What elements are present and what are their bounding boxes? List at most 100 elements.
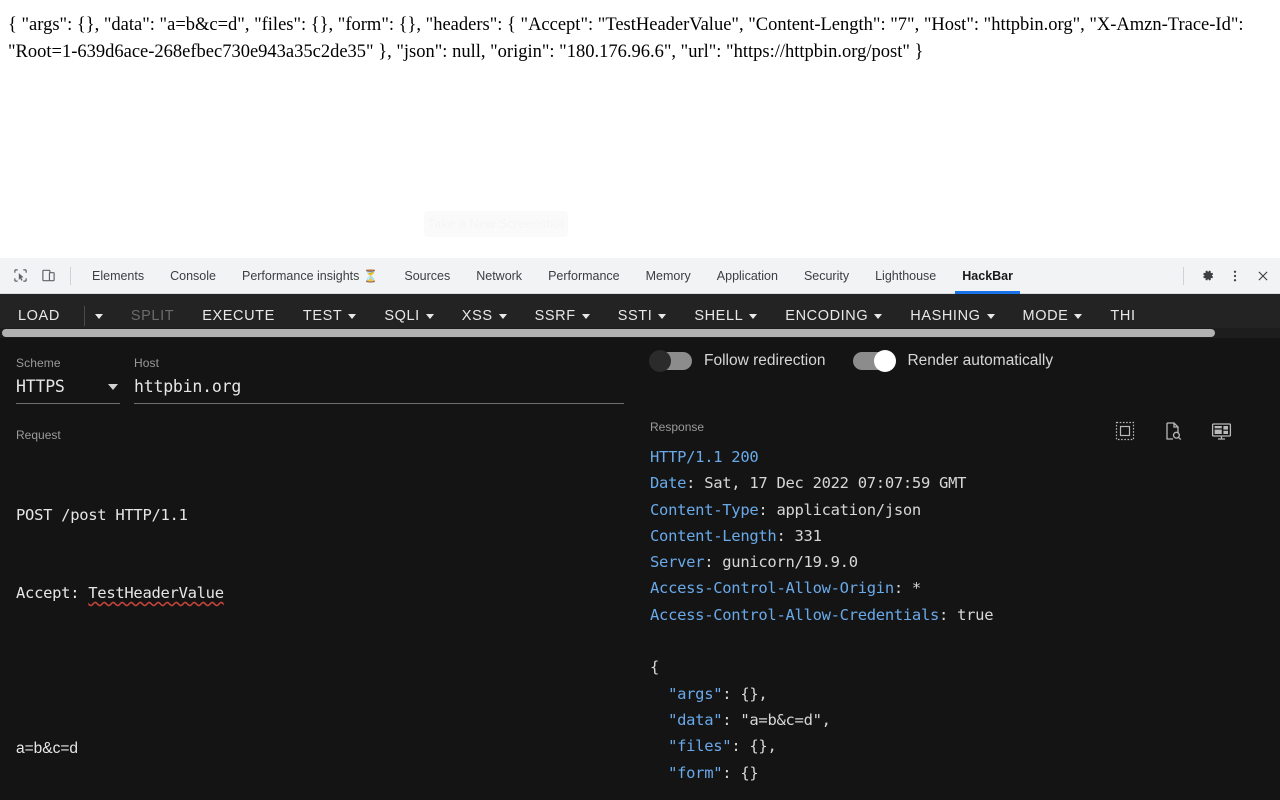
indent: [650, 711, 668, 729]
chevron-down-icon: [582, 314, 590, 319]
close-icon[interactable]: [1250, 263, 1276, 289]
inspect-element-icon[interactable]: [6, 263, 34, 289]
chevron-down-icon: [987, 314, 995, 319]
tab-label: Memory: [646, 269, 691, 283]
render-preview-icon[interactable]: [1210, 420, 1232, 442]
response-body-line: "files": {},: [650, 733, 1264, 759]
menu-label: SQLI: [384, 308, 419, 324]
hackbar-menu-shell[interactable]: SHELL: [694, 302, 771, 330]
host-value: httpbin.org: [134, 377, 241, 396]
json-key: "args": [668, 685, 722, 703]
tab-label: Network: [476, 269, 522, 283]
response-header-key: Content-Type: [650, 501, 758, 519]
scheme-label: Scheme: [16, 356, 120, 370]
hackbar-toolbar-scrollbar[interactable]: [0, 328, 1280, 338]
response-header-key: Server: [650, 553, 704, 571]
tab-label: Lighthouse: [875, 269, 936, 283]
follow-redirection-group[interactable]: Follow redirection: [650, 352, 825, 370]
hackbar-menu-ssti[interactable]: SSTI: [618, 302, 681, 330]
indent: [650, 685, 668, 703]
response-header-value: : Sat, 17 Dec 2022 07:07:59 GMT: [686, 474, 966, 492]
devtools-tab-application[interactable]: Application: [704, 258, 791, 294]
devtools-tab-performance[interactable]: Performance: [535, 258, 633, 294]
toggle-knob: [649, 350, 671, 372]
response-body-line: {: [650, 654, 1264, 680]
host-label: Host: [134, 356, 624, 370]
hackbar-menu-load[interactable]: LOAD: [18, 302, 74, 330]
response-header-line: Access-Control-Allow-Origin: *: [650, 575, 1264, 601]
hackbar-menu-ssrf[interactable]: SSRF: [535, 302, 604, 330]
select-element-icon[interactable]: [1114, 420, 1136, 442]
hackbar-menu-hashing[interactable]: HASHING: [910, 302, 1008, 330]
request-editor-block: Request POST /post HTTP/1.1 Accept: Test…: [16, 404, 624, 800]
chevron-down-icon: [658, 314, 666, 319]
devtools-tab-elements[interactable]: Elements: [79, 258, 157, 294]
menu-label: LOAD: [18, 308, 60, 324]
view-source-icon[interactable]: [1162, 420, 1184, 442]
scheme-select[interactable]: HTTPS: [16, 376, 120, 404]
hackbar-menu-encoding[interactable]: ENCODING: [785, 302, 896, 330]
render-automatically-group[interactable]: Render automatically: [853, 352, 1053, 370]
response-body-line: "form": {}: [650, 760, 1264, 786]
chevron-down-icon: [749, 314, 757, 319]
host-input[interactable]: httpbin.org: [134, 376, 624, 404]
follow-redirection-toggle[interactable]: [650, 352, 692, 370]
devtools-tabbar: ElementsConsolePerformance insights⏳Sour…: [0, 258, 1280, 294]
response-header-line: Content-Length: 331: [650, 523, 1264, 549]
chevron-down-icon[interactable]: [108, 384, 118, 390]
hackbar-menu-xss[interactable]: XSS: [462, 302, 521, 330]
chevron-down-icon: [95, 314, 103, 319]
load-dropdown-button[interactable]: [95, 308, 117, 325]
gear-icon[interactable]: [1194, 263, 1220, 289]
tab-label: HackBar: [962, 269, 1013, 283]
request-section-label: Request: [16, 428, 624, 442]
response-content[interactable]: HTTP/1.1 200Date: Sat, 17 Dec 2022 07:07…: [650, 442, 1264, 786]
devtools-tab-performance-insights[interactable]: Performance insights⏳: [229, 258, 391, 294]
response-body-line: "args": {},: [650, 681, 1264, 707]
hackbar-menu-thi[interactable]: THI: [1110, 302, 1149, 330]
request-editor[interactable]: POST /post HTTP/1.1 Accept: TestHeaderVa…: [16, 450, 624, 800]
menu-label: ENCODING: [785, 308, 868, 324]
request-line-method: POST /post HTTP/1.1: [16, 502, 624, 528]
take-new-screenshot-button[interactable]: Take a New Screenshot: [424, 211, 568, 237]
hackbar-menu-split: SPLIT: [131, 302, 188, 330]
menu-label: MODE: [1023, 308, 1069, 324]
json-value: : "a=b&c=d",: [722, 711, 830, 729]
more-vertical-icon[interactable]: [1222, 263, 1248, 289]
chevron-down-icon: [426, 314, 434, 319]
render-automatically-toggle[interactable]: [853, 352, 895, 370]
response-header-value: : gunicorn/19.9.0: [704, 553, 858, 571]
devtools-panel: ElementsConsolePerformance insights⏳Sour…: [0, 258, 1280, 800]
host-field[interactable]: Host httpbin.org: [134, 356, 624, 404]
menu-label: TEST: [303, 308, 342, 324]
json-key: "files": [668, 737, 731, 755]
warning-icon: ⏳: [363, 270, 378, 282]
response-header-value: : *: [894, 579, 921, 597]
devtools-tab-security[interactable]: Security: [791, 258, 862, 294]
devtools-tab-hackbar[interactable]: HackBar: [949, 258, 1026, 294]
devtools-tab-memory[interactable]: Memory: [633, 258, 704, 294]
response-header-value: : 331: [776, 527, 821, 545]
hackbar-menu-test[interactable]: TEST: [303, 302, 370, 330]
request-header-value: TestHeaderValue: [88, 584, 223, 602]
menu-label: SSRF: [535, 308, 576, 324]
response-header-key: Content-Length: [650, 527, 776, 545]
devtools-tab-lighthouse[interactable]: Lighthouse: [862, 258, 949, 294]
response-header-line: Access-Control-Allow-Credentials: true: [650, 602, 1264, 628]
response-header-key: Date: [650, 474, 686, 492]
devtools-tab-console[interactable]: Console: [157, 258, 229, 294]
chevron-down-icon: [348, 314, 356, 319]
menu-label: SSTI: [618, 308, 653, 324]
hackbar-menu-mode[interactable]: MODE: [1023, 302, 1097, 330]
devtools-tab-network[interactable]: Network: [463, 258, 535, 294]
devtools-tab-sources[interactable]: Sources: [391, 258, 463, 294]
response-header-value: : application/json: [758, 501, 921, 519]
request-blank-line: [16, 658, 624, 684]
device-toolbar-icon[interactable]: [34, 263, 62, 289]
scrollbar-thumb[interactable]: [2, 329, 1215, 337]
response-header-line: Content-Type: application/json: [650, 497, 1264, 523]
hackbar-menu-sqli[interactable]: SQLI: [384, 302, 447, 330]
hackbar-menu-execute[interactable]: EXECUTE: [202, 302, 289, 330]
response-blank-line: [650, 628, 1264, 654]
scheme-field[interactable]: Scheme HTTPS: [16, 356, 120, 404]
